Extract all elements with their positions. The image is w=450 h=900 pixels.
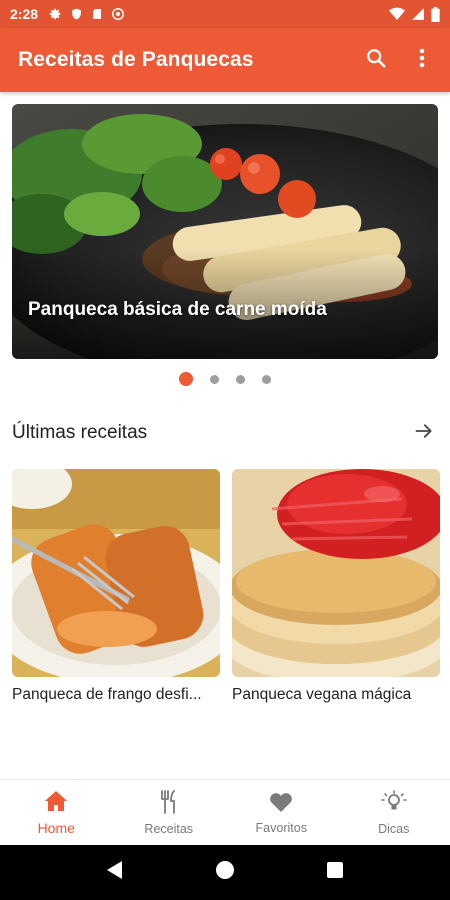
nav-item-receitas[interactable]: Receitas xyxy=(113,780,226,845)
nav-label: Favoritos xyxy=(255,820,307,835)
wifi-icon xyxy=(389,7,405,21)
recipe-card-image xyxy=(232,469,440,677)
shield-icon xyxy=(70,7,83,21)
carousel-dot-active[interactable] xyxy=(179,372,193,386)
section-title: Últimas receitas xyxy=(12,422,148,443)
recipe-card[interactable]: Panqueca de frango desfi... xyxy=(12,469,220,704)
carousel-dot[interactable] xyxy=(262,374,271,384)
search-icon xyxy=(365,47,387,74)
recents-icon[interactable] xyxy=(326,861,344,884)
sd-card-icon xyxy=(91,7,103,21)
arrow-right-icon xyxy=(414,421,434,446)
recipe-card-title: Panqueca vegana mágica xyxy=(232,686,412,703)
app-title: Receitas de Panquecas xyxy=(18,48,254,71)
status-system-icons xyxy=(389,6,440,22)
at-sign-icon xyxy=(111,7,125,21)
status-bar: 2:28 xyxy=(0,0,450,28)
nav-label: Home xyxy=(37,819,75,836)
battery-icon xyxy=(431,6,440,22)
carousel-dot[interactable] xyxy=(236,374,245,384)
more-vert-icon xyxy=(419,48,425,73)
see-all-button[interactable] xyxy=(410,419,438,447)
app-bar: Receitas de Panquecas xyxy=(0,28,450,92)
nav-item-home[interactable]: Home xyxy=(0,780,113,845)
home-circle-icon[interactable] xyxy=(215,860,235,885)
status-time: 2:28 xyxy=(10,6,39,22)
app-bar-actions xyxy=(362,46,436,74)
gear-icon xyxy=(48,7,62,21)
nav-label: Receitas xyxy=(144,821,194,836)
recipe-card-image xyxy=(12,469,220,677)
home-icon xyxy=(44,790,68,817)
fork-knife-icon xyxy=(159,789,179,819)
recipe-card-title: Panqueca de frango desfi... xyxy=(12,686,202,703)
bottom-navigation: Home Receitas Favoritos Dicas xyxy=(0,779,450,845)
latest-recipes-header: Últimas receitas xyxy=(12,418,438,448)
status-notification-icons xyxy=(48,7,125,21)
nav-item-favoritos[interactable]: Favoritos xyxy=(225,780,338,845)
heart-icon xyxy=(269,791,293,818)
overflow-menu-button[interactable] xyxy=(408,46,436,74)
featured-recipe-carousel[interactable]: Panqueca básica de carne moída xyxy=(12,104,438,359)
signal-icon xyxy=(411,7,425,21)
nav-label: Dicas xyxy=(378,821,410,836)
carousel-caption: Panqueca básica de carne moída xyxy=(28,299,327,320)
search-button[interactable] xyxy=(362,46,390,74)
carousel-dot[interactable] xyxy=(210,374,219,384)
nav-item-dicas[interactable]: Dicas xyxy=(338,780,450,845)
system-navigation-bar xyxy=(0,845,450,900)
lightbulb-icon xyxy=(380,789,407,819)
carousel-page-indicator xyxy=(0,372,450,386)
recipe-card[interactable]: Panqueca vegana mágica xyxy=(232,469,440,704)
back-icon[interactable] xyxy=(106,860,124,885)
